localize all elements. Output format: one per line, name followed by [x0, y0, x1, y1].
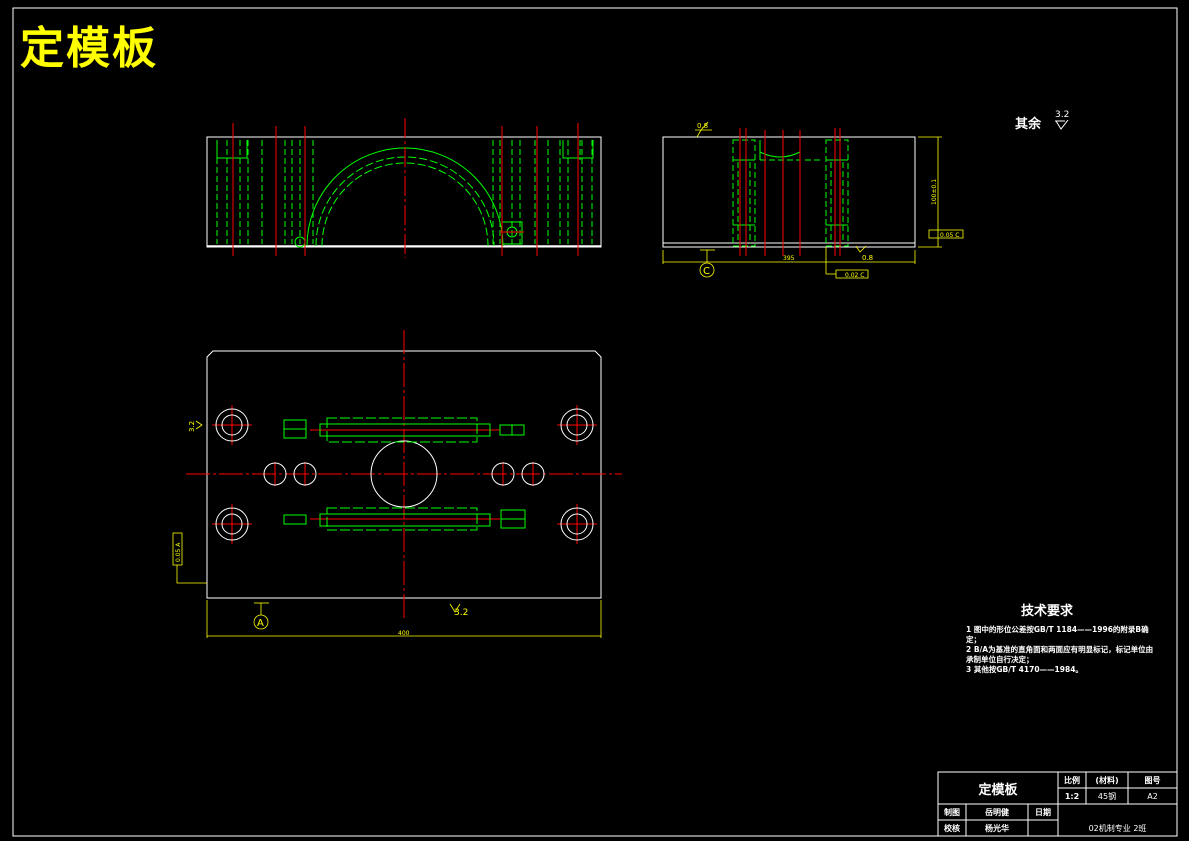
tb-date-label: 日期	[1035, 807, 1051, 817]
svg-text:0.8: 0.8	[862, 254, 873, 262]
tb-checked-by-label: 校核	[944, 823, 960, 833]
svg-text:C: C	[703, 266, 710, 277]
tb-scale-label: 比例	[1064, 775, 1080, 785]
tb-drawing-no-label: 图号	[1144, 775, 1161, 785]
tb-school: 02机制专业 2班	[1088, 823, 1147, 833]
technical-requirements: 技术要求 1 图中的形位公差按GB/T 1184——1996的附录B确定； 2 …	[966, 600, 1156, 675]
tb-drawn-by-name: 岳明健	[985, 807, 1009, 817]
front-view	[206, 118, 602, 258]
roughness-value: 3.2	[1055, 110, 1070, 120]
cad-drawing: 0.8 395 100±0.1 0.05 C 0.02 C C 0.8 400 …	[12, 7, 1178, 837]
side-view: 0.8 395 100±0.1 0.05 C 0.02 C C 0.8	[662, 121, 964, 279]
tb-part-name: 定模板	[978, 782, 1018, 798]
svg-text:100±0.1: 100±0.1	[931, 179, 938, 205]
svg-text:0.05 C: 0.05 C	[940, 232, 959, 239]
tb-checked-by-name: 杨光华	[985, 823, 1009, 833]
svg-text:0.02 C: 0.02 C	[845, 272, 864, 279]
tb-material-label: (材料)	[1095, 775, 1119, 785]
other-roughness-note: 其余	[1015, 117, 1042, 132]
tb-material-value: 45钢	[1097, 791, 1117, 801]
front-view-outline	[206, 136, 602, 248]
svg-text:400: 400	[398, 630, 410, 637]
tb-drawing-no-value: A2	[1147, 791, 1158, 801]
tech-heading: 技术要求	[1021, 604, 1074, 619]
svg-text:A: A	[257, 618, 264, 629]
tech-item: 2 B/A为基准的直角面和两面应有明显标记，标记单位由承制单位自行决定；	[966, 645, 1154, 664]
svg-text:0.05 A: 0.05 A	[175, 542, 182, 562]
roughness-symbol: 3.2	[1055, 110, 1069, 130]
plan-view: 400 A 3.2 3.2 0.05 A	[172, 330, 622, 638]
side-view-outline	[662, 136, 916, 248]
svg-text:0.8: 0.8	[697, 122, 708, 130]
tb-scale-value: 1:2	[1064, 791, 1080, 801]
tech-item: 1 图中的形位公差按GB/T 1184——1996的附录B确定；	[966, 625, 1149, 644]
svg-text:3.2: 3.2	[188, 421, 196, 432]
tb-drawn-by-label: 制图	[944, 807, 960, 817]
svg-text:395: 395	[783, 255, 795, 262]
tech-item: 3 其他按GB/T 4170——1984。	[966, 665, 1083, 674]
svg-text:3.2: 3.2	[454, 608, 468, 618]
